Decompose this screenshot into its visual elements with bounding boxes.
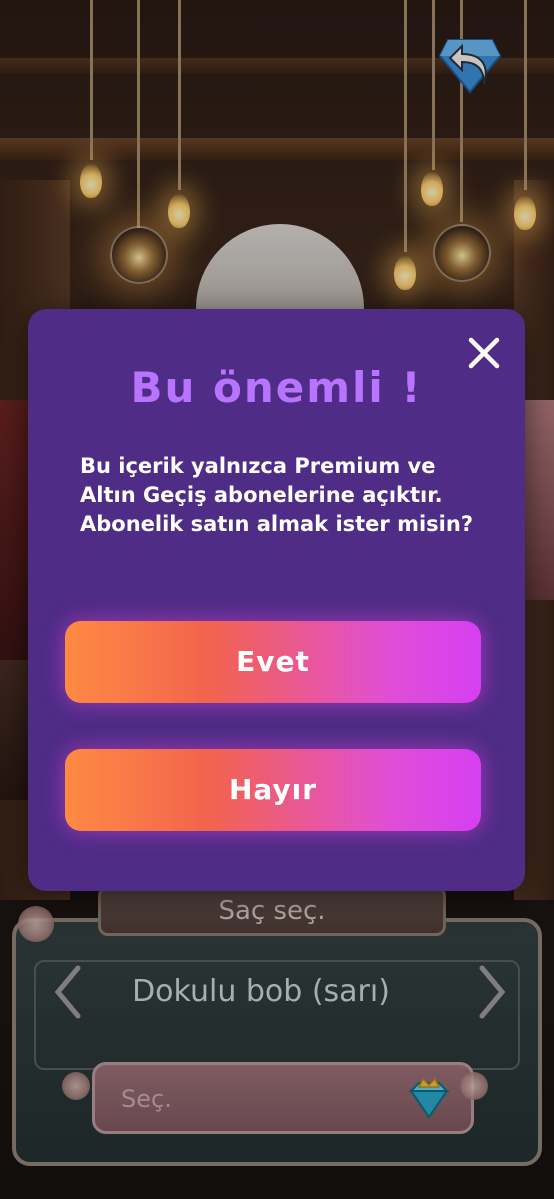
yes-button[interactable]: Evet [65,621,481,703]
no-button[interactable]: Hayır [65,749,481,831]
dialog-message: Bu içerik yalnızca Premium ve Altın Geçi… [80,454,474,536]
dialog-title: Bu önemli ! [130,363,423,412]
premium-required-dialog: Bu önemli ! Bu içerik yalnızca Premium v… [28,309,525,891]
